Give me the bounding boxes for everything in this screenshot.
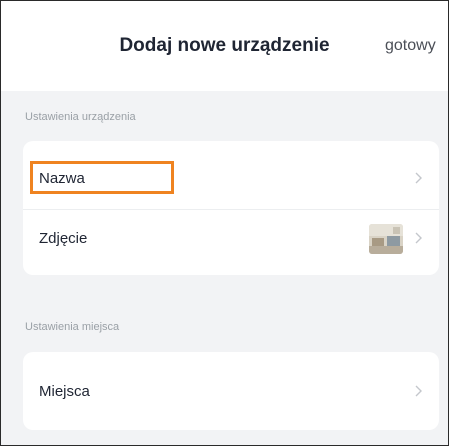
page-title: Dodaj nowe urządzenie (119, 35, 330, 56)
row-photo-label: Zdjęcie (39, 230, 88, 247)
section-label-place-settings: Ustawienia miejsca (25, 321, 120, 333)
chevron-right-icon (415, 172, 422, 184)
chevron-right-icon (415, 385, 422, 397)
done-button[interactable]: gotowy (385, 37, 436, 55)
place-settings-card: Miejsca (23, 352, 439, 430)
chevron-right-icon (415, 232, 422, 244)
header-bar: Dodaj nowe urządzenie gotowy (1, 1, 448, 91)
row-photo[interactable]: Zdjęcie (23, 209, 439, 269)
row-places-label: Miejsca (39, 383, 90, 400)
app-screen: Dodaj nowe urządzenie gotowy Ustawienia … (0, 0, 449, 446)
row-places[interactable]: Miejsca (23, 362, 439, 422)
highlight-box (30, 161, 174, 194)
section-label-device-settings: Ustawienia urządzenia (25, 111, 136, 123)
photo-thumbnail (369, 224, 403, 254)
